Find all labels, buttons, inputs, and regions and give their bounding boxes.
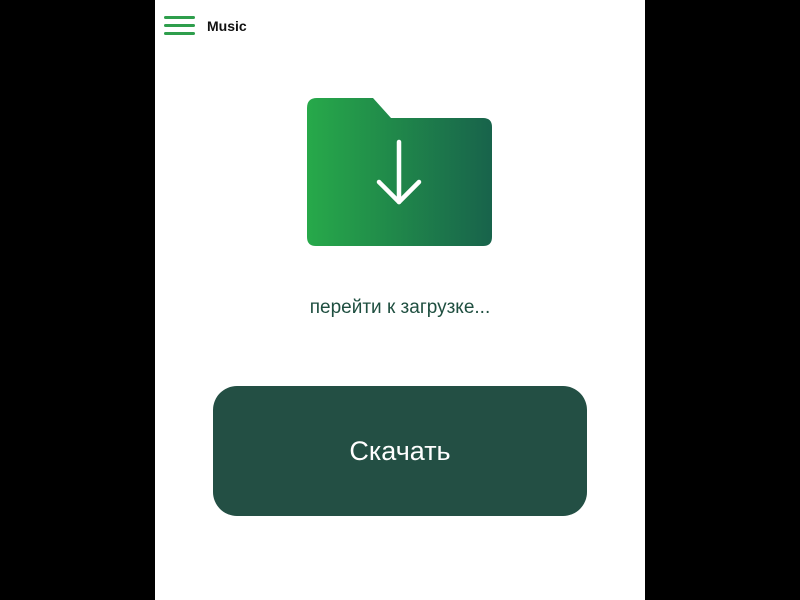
top-bar: Music bbox=[155, 0, 645, 52]
app-viewport: Music перейти к загрузке... Скачать bbox=[155, 0, 645, 600]
status-text: перейти к загрузке... bbox=[309, 297, 491, 318]
bottom-hint bbox=[155, 590, 645, 600]
app-title: Music bbox=[207, 18, 247, 34]
menu-line bbox=[164, 24, 195, 27]
download-button[interactable]: Скачать bbox=[213, 386, 587, 516]
hamburger-menu-icon[interactable] bbox=[164, 16, 196, 38]
menu-line bbox=[164, 16, 195, 19]
screen: Music перейти к загрузке... Скачать bbox=[0, 0, 800, 600]
folder-download-icon bbox=[307, 98, 492, 246]
menu-line bbox=[164, 32, 195, 35]
